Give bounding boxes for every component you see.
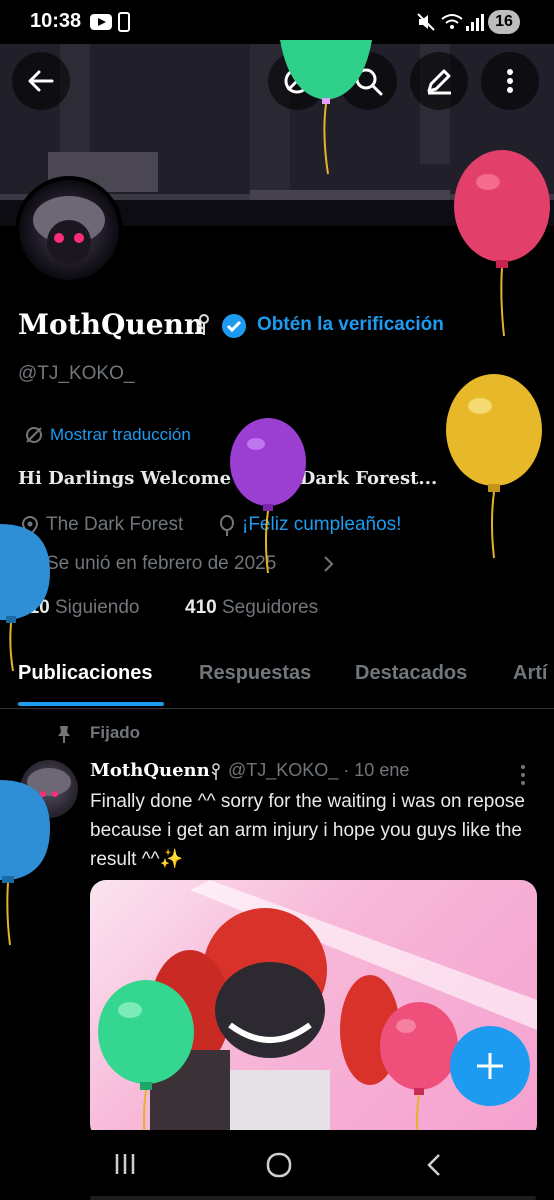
home-icon[interactable] [266,1152,292,1178]
display-name: MothQuenn [18,308,205,341]
recent-apps-icon[interactable] [113,1152,137,1176]
tweet-handle-date: @TJ_KOKO_ · 10 ene [228,760,410,780]
yellow-balloon [446,374,542,559]
blue-balloon-left-lower [0,780,50,946]
active-tab-indicator [18,702,164,706]
pin-icon [58,726,70,743]
chevron-right-icon[interactable] [322,554,336,574]
pinned-label: Fijado [90,723,141,742]
profile-handle: @TJ_KOKO_ [18,363,135,384]
tabs-divider [0,708,554,709]
profile-location: The Dark Forest [46,514,184,535]
tweet-text: Finally done ^^ sorry for the waiting i … [90,791,525,870]
green-balloon-top [280,40,372,175]
system-nav-bar [0,1130,554,1200]
red-balloon [454,150,550,337]
battery-indicator: 16 [488,10,520,34]
back-arrow-icon [28,70,54,92]
tab-replies[interactable]: Respuestas [199,662,311,685]
back-nav-icon[interactable] [424,1152,444,1178]
blue-balloon-left [0,524,50,672]
get-verified-link[interactable]: Obtén la verificación [257,314,444,336]
translate-small-icon [26,427,42,443]
plus-icon [477,1053,503,1079]
pink-balloon-bottom [380,1002,458,1148]
followers-count[interactable]: 410 Seguidores [185,597,318,619]
profile-avatar[interactable] [15,176,123,284]
followers-label: Seguidores [221,597,319,618]
status-time: 10:38 [30,10,82,32]
more-vertical-icon [507,69,513,93]
mute-icon [417,13,435,31]
following-label: Siguiendo [54,597,140,618]
more-button[interactable] [481,52,539,110]
edit-button[interactable] [410,52,468,110]
flower-emoji-icon [197,314,209,335]
purple-balloon [230,418,306,574]
tweet-more-icon[interactable] [518,764,528,786]
tab-highlights[interactable]: Destacados [355,662,467,685]
verified-badge-icon [222,314,246,338]
phone-icon [118,12,130,32]
edit-icon [427,69,451,95]
nav-gesture-strip [90,1196,536,1200]
avatar-image [19,180,119,280]
wifi-icon [441,14,463,29]
signal-icon [466,14,484,31]
followers-number: 410 [185,597,217,618]
flower-emoji-small-icon [211,763,220,780]
green-balloon-bottom [98,980,194,1147]
back-button[interactable] [12,52,70,110]
tweet-author-name[interactable]: MothQuenn [90,760,210,781]
show-translation-link[interactable]: Mostrar traducción [50,425,191,445]
tab-articles[interactable]: Artí [513,662,547,685]
youtube-icon [90,14,112,30]
compose-button[interactable] [450,1026,530,1106]
